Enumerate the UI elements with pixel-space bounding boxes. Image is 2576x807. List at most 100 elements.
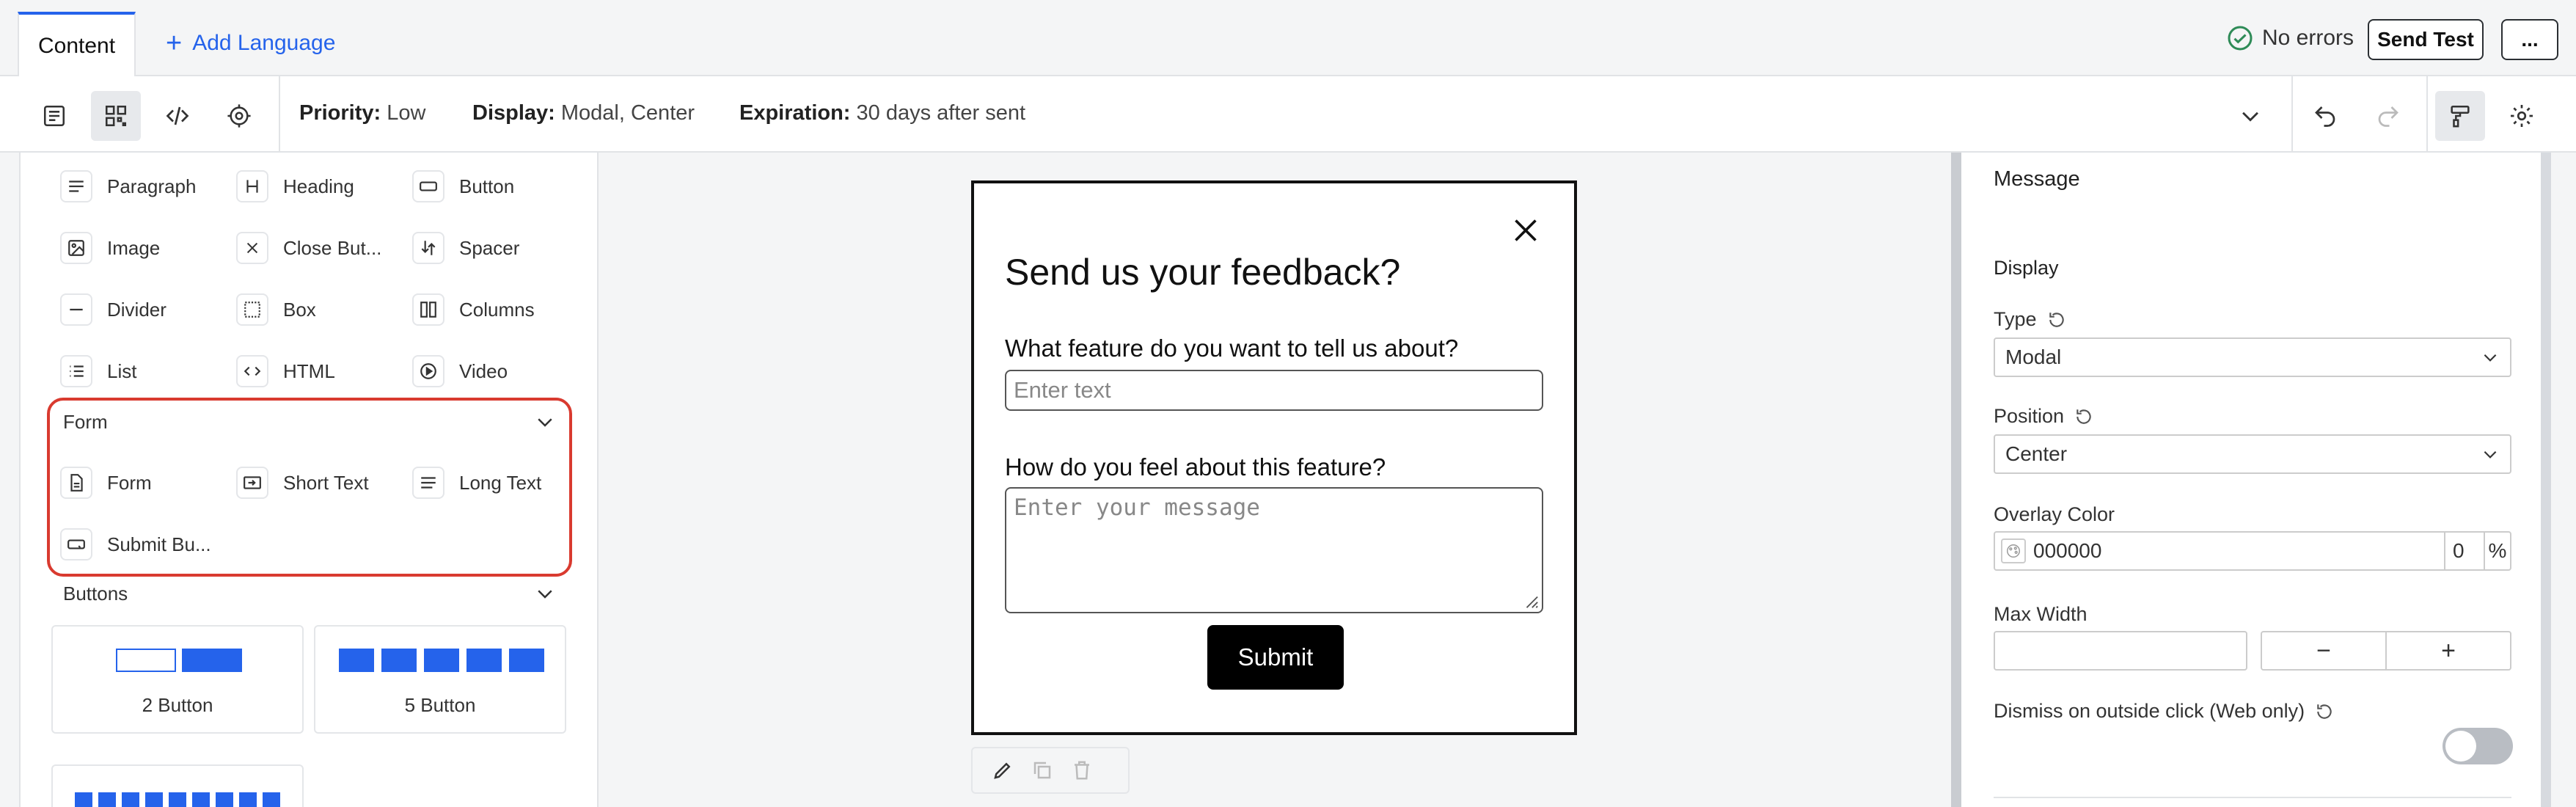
editor-toolbar: Priority: Low Display: Modal, Center Exp…: [0, 76, 2576, 153]
chevron-down-icon: [2484, 354, 2497, 362]
add-language-label: Add Language: [192, 31, 336, 55]
block-close-button[interactable]: Close But...: [236, 232, 381, 264]
block-short-text[interactable]: Short Text: [236, 467, 369, 499]
position-select[interactable]: Center: [1994, 434, 2511, 474]
panel-resize-handle[interactable]: [1951, 153, 1961, 807]
block-action-bar: [971, 747, 1130, 794]
reset-icon[interactable]: [2047, 310, 2066, 329]
scrollbar[interactable]: [2541, 153, 2551, 807]
tab-content[interactable]: Content: [18, 12, 136, 78]
chevron-down-icon: [2484, 450, 2497, 459]
target-icon[interactable]: [214, 91, 264, 141]
close-icon: [236, 232, 268, 264]
block-form[interactable]: Form: [60, 467, 152, 499]
redo-icon[interactable]: [2363, 91, 2413, 141]
button-outline-preview: [116, 649, 176, 672]
toggle-knob: [2445, 731, 2476, 762]
send-test-button[interactable]: Send Test: [2368, 19, 2484, 60]
block-columns[interactable]: Columns: [412, 293, 535, 326]
short-text-input[interactable]: Enter text: [1005, 370, 1543, 411]
button-preview: [424, 649, 459, 672]
color-swatch-icon[interactable]: [2001, 538, 2026, 563]
position-label: Position: [1994, 405, 2093, 428]
block-spacer[interactable]: Spacer: [412, 232, 519, 264]
list-icon: [60, 355, 92, 387]
divider-icon: [60, 293, 92, 326]
priority-info: Priority: Low: [299, 101, 426, 125]
submit-button-icon: [60, 528, 92, 560]
dismiss-toggle[interactable]: [2443, 728, 2513, 764]
gear-icon[interactable]: [2497, 91, 2547, 141]
display-title: Display: [1994, 257, 2059, 279]
decrement-button[interactable]: −: [2262, 632, 2387, 669]
expiration-info: Expiration: 30 days after sent: [739, 101, 1026, 125]
block-video[interactable]: Video: [412, 355, 508, 387]
buttons-preview: [75, 792, 283, 807]
duplicate-icon[interactable]: [1031, 759, 1053, 781]
type-label: Type: [1994, 308, 2066, 331]
overlay-color-input[interactable]: 000000: [2033, 539, 2444, 563]
question-1-label: What feature do you want to tell us abou…: [1005, 335, 1459, 362]
block-box[interactable]: Box: [236, 293, 316, 326]
undo-icon[interactable]: [2300, 91, 2350, 141]
max-width-stepper: − +: [2261, 631, 2511, 671]
increment-button[interactable]: +: [2387, 632, 2510, 669]
spacer-icon: [412, 232, 444, 264]
layers-icon[interactable]: [29, 91, 79, 141]
divider: [1994, 797, 2511, 798]
reset-icon[interactable]: [2074, 407, 2093, 426]
block-html[interactable]: HTML: [236, 355, 335, 387]
block-2-button[interactable]: 2 Button: [51, 625, 304, 734]
feedback-modal[interactable]: Send us your feedback? What feature do y…: [971, 180, 1577, 735]
chevron-down-icon[interactable]: [534, 583, 556, 605]
code-icon[interactable]: [153, 91, 202, 141]
image-icon: [60, 232, 92, 264]
block-many-button[interactable]: [51, 764, 304, 807]
block-long-text[interactable]: Long Text: [412, 467, 541, 499]
settings-panel: Message Display Type Modal Position Cent…: [1961, 153, 2541, 807]
button-preview: [339, 649, 374, 672]
message-title: Message: [1994, 167, 2080, 191]
paragraph-icon: [60, 170, 92, 202]
chevron-down-icon[interactable]: [534, 411, 556, 433]
button-icon: [412, 170, 444, 202]
block-paragraph[interactable]: Paragraph: [60, 170, 196, 202]
chevron-down-icon[interactable]: [2225, 91, 2275, 141]
html-code-icon: [236, 355, 268, 387]
close-icon[interactable]: [1512, 217, 1539, 244]
long-text-input[interactable]: Enter your message: [1005, 487, 1543, 613]
paint-roller-icon[interactable]: [2435, 91, 2485, 141]
more-button[interactable]: ...: [2501, 19, 2558, 60]
form-section-title[interactable]: Form: [63, 411, 108, 434]
block-5-button[interactable]: 5 Button: [314, 625, 566, 734]
button-preview: [381, 649, 417, 672]
no-errors-label: No errors: [2262, 26, 2354, 50]
blocks-grid-icon[interactable]: [91, 91, 141, 141]
long-text-icon: [412, 467, 444, 499]
trash-icon[interactable]: [1071, 759, 1093, 781]
box-icon: [236, 293, 268, 326]
block-button[interactable]: Button: [412, 170, 514, 202]
display-info: Display: Modal, Center: [472, 101, 695, 125]
max-width-input[interactable]: [1994, 631, 2247, 671]
block-submit-button[interactable]: Submit Bu...: [60, 528, 211, 560]
button-preview: [466, 649, 502, 672]
add-language-button[interactable]: + Add Language: [166, 29, 335, 57]
submit-button[interactable]: Submit: [1207, 625, 1344, 690]
dismiss-label: Dismiss on outside click (Web only): [1994, 700, 2334, 723]
overlay-color-field: 000000 0 %: [1994, 531, 2511, 571]
pencil-icon[interactable]: [992, 759, 1014, 781]
resize-handle-icon[interactable]: [1523, 593, 1539, 609]
tab-bar: Content + Add Language No errors Send Te…: [0, 0, 2576, 78]
block-list[interactable]: List: [60, 355, 136, 387]
button-solid-preview: [182, 649, 242, 672]
status-no-errors: No errors: [2227, 25, 2354, 51]
buttons-section-title[interactable]: Buttons: [63, 583, 128, 605]
block-divider[interactable]: Divider: [60, 293, 167, 326]
reset-icon[interactable]: [2315, 702, 2334, 721]
block-heading[interactable]: Heading: [236, 170, 354, 202]
overlay-opacity-input[interactable]: 0: [2444, 533, 2485, 569]
type-select[interactable]: Modal: [1994, 337, 2511, 377]
percent-label: %: [2488, 539, 2507, 562]
block-image[interactable]: Image: [60, 232, 160, 264]
